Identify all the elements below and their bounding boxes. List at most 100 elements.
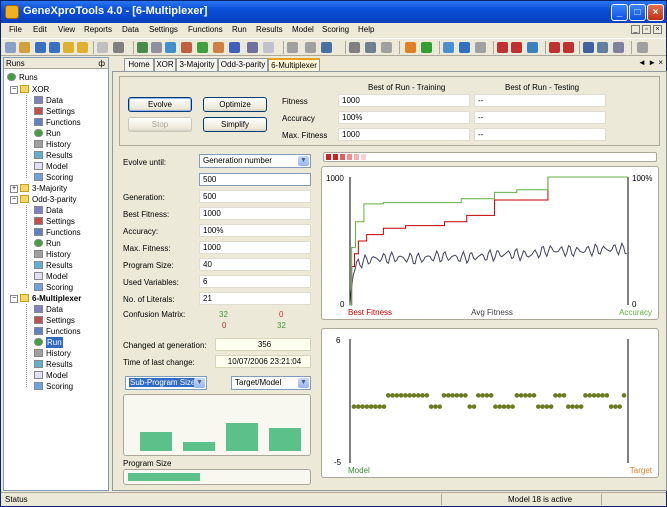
tab-3-majority[interactable]: 3-Majority [176,58,218,71]
menu-reports[interactable]: Reports [84,25,112,34]
tree-item-run[interactable]: Run [34,128,61,139]
tree-item-history[interactable]: History [34,348,71,359]
pin-icon[interactable]: ф [98,58,105,69]
tree-item-data[interactable]: Data [34,205,63,216]
toolbar-button-icon[interactable] [247,42,258,53]
tab-navigation[interactable]: ◄ ► × [638,58,663,67]
toolbar-button-icon[interactable] [583,42,594,53]
toolbar-button-icon[interactable] [49,42,60,53]
simplify-button[interactable]: Simplify [203,117,267,132]
menu-help[interactable]: Help [358,25,374,34]
evolve-button[interactable]: Evolve [128,97,192,112]
menu-functions[interactable]: Functions [188,25,223,34]
tree-item-model[interactable]: Model [34,161,68,172]
toolbar-button-icon[interactable] [181,42,192,53]
menu-scoring[interactable]: Scoring [322,25,349,34]
toolbar-button-icon[interactable] [475,42,486,53]
toolbar-button-icon[interactable] [229,42,240,53]
tab-6-multiplexer[interactable]: 6-Multiplexer [268,58,320,71]
toolbar-button-icon[interactable] [77,42,88,53]
toolbar-button-icon[interactable] [381,42,392,53]
toolbar-button-icon[interactable] [549,42,560,53]
toolbar-button-icon[interactable] [459,42,470,53]
tree-item-model[interactable]: Model [34,271,68,282]
toolbar-button-icon[interactable] [63,42,74,53]
toolbar-button-icon[interactable] [287,42,298,53]
collapse-icon[interactable]: − [10,196,18,204]
optimize-button[interactable]: Optimize [203,97,267,112]
tree-run-3[interactable]: 6-Multiplexer [20,293,81,304]
toolbar-button-icon[interactable] [511,42,522,53]
tab-home[interactable]: Home [124,58,154,71]
subprogram-chart-select[interactable]: Sub-Program Sizes ▼ [125,376,207,390]
tree-item-settings[interactable]: Settings [34,106,75,117]
tree-item-run[interactable]: Run [34,238,61,249]
menu-file[interactable]: File [9,25,22,34]
toolbar-button-icon[interactable] [165,42,176,53]
expand-icon[interactable]: + [10,185,18,193]
toolbar-button-icon[interactable] [151,42,162,53]
chevron-down-icon[interactable]: ▼ [298,378,309,388]
menu-edit[interactable]: Edit [33,25,47,34]
toolbar-button-icon[interactable] [613,42,624,53]
chevron-down-icon[interactable]: ▼ [194,378,205,388]
toolbar-button-icon[interactable] [197,42,208,53]
toolbar-button-icon[interactable] [19,42,30,53]
toolbar-button-icon[interactable] [305,42,316,53]
toolbar-button-icon[interactable] [421,42,432,53]
toolbar-button-icon[interactable] [637,42,648,53]
tree-item-scoring[interactable]: Scoring [34,282,73,293]
toolbar-button-icon[interactable] [35,42,46,53]
minimize-button[interactable]: _ [611,4,628,21]
tree-item-settings[interactable]: Settings [34,216,75,227]
close-button[interactable]: × [647,4,664,21]
toolbar-button-icon[interactable] [597,42,608,53]
tree-item-scoring[interactable]: Scoring [34,172,73,183]
tree-item-model[interactable]: Model [34,370,68,381]
menu-settings[interactable]: Settings [149,25,178,34]
tree-item-scoring[interactable]: Scoring [34,381,73,392]
generation-target-input[interactable]: 500 [199,173,311,186]
toolbar-button-icon[interactable] [213,42,224,53]
tree-item-functions[interactable]: Functions [34,117,81,128]
menu-run[interactable]: Run [232,25,247,34]
toolbar-button-icon[interactable] [97,42,108,53]
tree-item-functions[interactable]: Functions [34,227,81,238]
target-chart-select[interactable]: Target/Model ▼ [231,376,311,390]
mdi-minimize-icon[interactable]: _ [631,25,640,34]
title-bar[interactable]: GeneXproTools 4.0 - [6-Multiplexer] _ □ … [1,1,666,23]
tree-item-data[interactable]: Data [34,304,63,315]
toolbar-button-icon[interactable] [113,42,124,53]
collapse-icon[interactable]: − [10,86,18,94]
mdi-restore-icon[interactable]: ▫ [642,25,651,34]
tree-root-runs[interactable]: Runs [7,72,38,83]
tree-item-results[interactable]: Results [34,150,73,161]
tab-xor[interactable]: XOR [154,58,176,71]
toolbar-button-icon[interactable] [321,42,332,53]
menu-model[interactable]: Model [292,25,314,34]
toolbar-button-icon[interactable] [137,42,148,53]
tree-item-functions[interactable]: Functions [34,326,81,337]
toolbar-button-icon[interactable] [365,42,376,53]
toolbar-button-icon[interactable] [527,42,538,53]
collapse-icon[interactable]: − [10,295,18,303]
toolbar-button-icon[interactable] [5,42,16,53]
toolbar-button-icon[interactable] [497,42,508,53]
tree-item-run[interactable]: Run [34,337,63,348]
mdi-close-icon[interactable]: × [653,25,662,34]
stop-button[interactable]: Stop [128,117,192,132]
tree-run-0[interactable]: XOR [20,84,49,95]
menu-results[interactable]: Results [256,25,283,34]
toolbar-button-icon[interactable] [263,42,274,53]
tree-run-1[interactable]: 3-Majority [20,183,67,194]
tree-item-results[interactable]: Results [34,359,73,370]
menu-data[interactable]: Data [122,25,139,34]
tree-item-settings[interactable]: Settings [34,315,75,326]
toolbar-button-icon[interactable] [443,42,454,53]
menu-view[interactable]: View [58,25,75,34]
maximize-button[interactable]: □ [629,4,646,21]
tab-odd-3-parity[interactable]: Odd-3-parity [218,58,268,71]
tree-item-results[interactable]: Results [34,260,73,271]
toolbar-button-icon[interactable] [563,42,574,53]
chevron-down-icon[interactable]: ▼ [298,156,309,166]
